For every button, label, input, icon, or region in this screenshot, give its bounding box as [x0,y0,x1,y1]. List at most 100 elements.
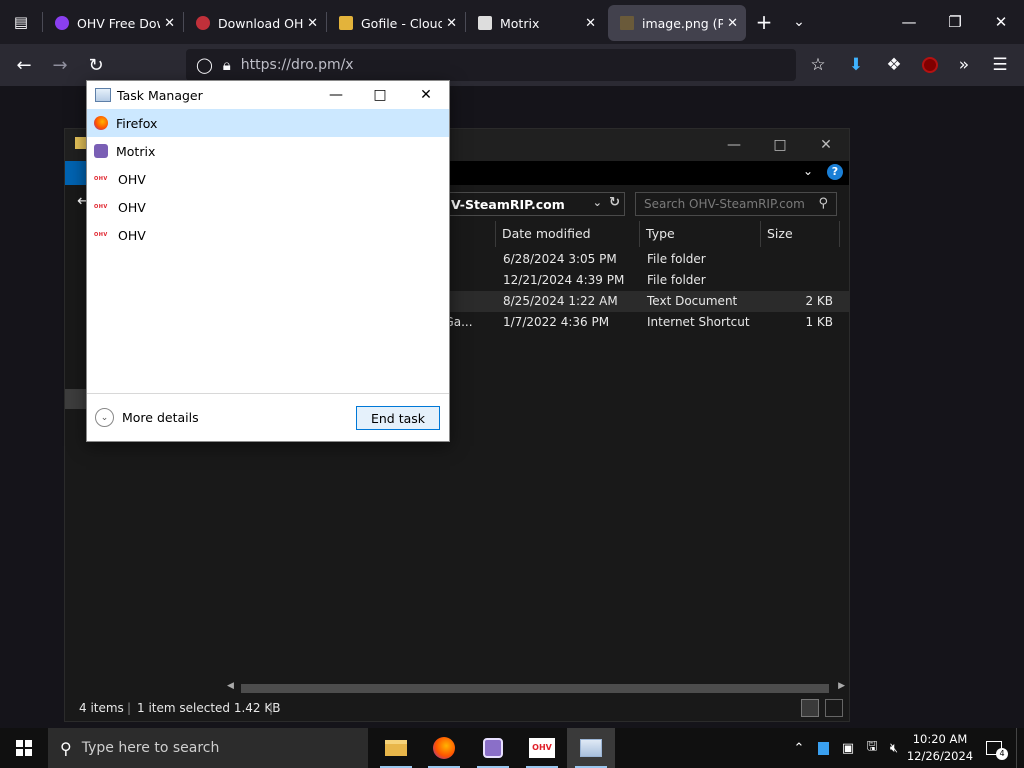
tab-title: Motrix [500,15,540,31]
scroll-left-icon[interactable]: ◀ [227,681,234,691]
bookmark-star-icon[interactable]: ☆ [800,44,836,86]
url-text[interactable]: https://dro.pm/x [241,57,354,73]
back-icon[interactable]: ← [6,49,42,81]
ublock-icon[interactable] [912,44,948,86]
taskbar-ohv[interactable]: OHV [518,728,566,768]
file-tab[interactable] [65,161,87,185]
explorer-close-icon[interactable]: ✕ [803,129,849,161]
tm-minimize-icon[interactable]: — [313,81,359,109]
row-size: 2 KB [805,294,833,308]
more-details-toggle[interactable]: ⌄ More details [95,408,199,427]
firefox-icon [94,116,108,130]
tray-monitor-icon[interactable]: ▣ [836,728,860,768]
more-details-label[interactable]: More details [122,410,199,425]
status-selection: 1 item selected 1.42 KB [137,701,281,715]
task-manager-footer: ⌄ More details End task [87,393,449,441]
lock-icon[interactable]: 🔒︎ [223,56,231,74]
tab-favicon-icon [55,16,69,30]
clock-date: 12/26/2024 [906,749,974,763]
list-all-tabs-icon[interactable]: ⌄ [782,14,816,30]
browser-tab-3[interactable]: Gofile - Cloud S ✕ [327,5,465,41]
network-icon[interactable]: 🖫︎ [860,728,884,768]
restore-icon[interactable]: ❐ [932,0,978,44]
address-bar[interactable]: V-SteamRIP.com ⌄ ↻ [445,192,625,216]
app-item-ohv[interactable]: OHV OHV [87,221,449,249]
app-item-firefox[interactable]: Firefox [87,109,449,137]
close-icon[interactable]: ✕ [978,0,1024,44]
scroll-right-icon[interactable]: ▶ [838,681,845,691]
tab-favicon-icon [196,16,210,30]
ohv-icon: OHV [529,738,555,758]
notification-center-icon[interactable]: 4 [982,728,1008,768]
help-icon[interactable]: ? [827,164,843,180]
reload-icon[interactable]: ↻ [78,49,114,81]
explorer-minimize-icon[interactable]: — [711,129,757,161]
row-type: Text Document [647,294,738,308]
tab-close-icon[interactable]: ✕ [446,16,457,31]
expand-ribbon-icon[interactable]: ⌄ [803,164,813,178]
clock-time: 10:20 AM [912,732,968,746]
tm-close-icon[interactable]: ✕ [403,81,449,109]
tab-title: Download OHV [218,15,304,31]
browser-tab-5-active[interactable]: image.png (PN ✕ [608,5,746,41]
tab-close-icon[interactable]: ✕ [164,16,175,31]
minimize-icon[interactable]: — [886,0,932,44]
tab-title: OHV Free Down [77,15,160,31]
show-desktop-button[interactable] [1016,728,1024,768]
browser-tab-2[interactable]: Download OHV ✕ [184,5,326,41]
app-item-motrix[interactable]: Motrix [87,137,449,165]
tm-maximize-icon[interactable]: □ [357,81,403,109]
url-bar[interactable]: ◯ 🔒︎ https://dro.pm/x [186,49,796,81]
task-manager-title: Task Manager [117,87,203,103]
taskbar-motrix[interactable] [469,728,517,768]
new-tab-button[interactable]: + [746,10,782,34]
taskbar-firefox[interactable] [420,728,468,768]
scrollbar-thumb[interactable] [241,684,829,693]
overflow-menu-icon[interactable]: » [946,44,982,86]
tab-title: Gofile - Cloud S [361,15,443,31]
app-item-ohv[interactable]: OHV OHV [87,193,449,221]
chevron-down-icon[interactable]: ⌄ [95,408,114,427]
nav-pane-selected-item[interactable] [65,389,87,409]
end-task-button[interactable]: End task [356,406,440,430]
column-size[interactable]: Size [760,221,840,247]
hamburger-menu-icon[interactable]: ☰ [982,44,1018,86]
address-dropdown-icon[interactable]: ⌄ [593,196,602,209]
tab-close-icon[interactable]: ✕ [585,16,596,31]
details-view-icon[interactable] [801,699,819,717]
app-item-ohv[interactable]: OHV OHV [87,165,449,193]
shield-icon[interactable]: ◯ [196,56,213,74]
firefox-icon [433,737,455,759]
browser-tab-4[interactable]: Motrix ✕ [466,5,604,41]
taskbar-clock[interactable]: 10:20 AM 12/26/2024 [900,731,980,765]
motrix-icon [483,738,503,758]
column-date-modified[interactable]: Date modified [495,221,639,247]
horizontal-scrollbar[interactable]: ◀ ▶ [223,681,849,695]
taskbar-file-explorer[interactable] [372,728,420,768]
column-type[interactable]: Type [639,221,759,247]
taskbar-search-box[interactable]: ⚲ Type here to search [48,728,368,768]
app-name: Firefox [116,115,158,131]
taskbar-search-placeholder: Type here to search [81,740,220,756]
forward-icon[interactable]: → [42,49,78,81]
explorer-search-input[interactable]: Search OHV-SteamRIP.com ⚲ [635,192,837,216]
tab-favicon-icon [478,16,492,30]
browser-tab-1[interactable]: OHV Free Down ✕ [43,5,183,41]
refresh-icon[interactable]: ↻ [609,195,620,210]
app-name: OHV [118,227,146,243]
tab-close-icon[interactable]: ✕ [307,16,318,31]
firefox-view-icon[interactable]: ▤ [0,0,42,44]
task-manager-icon [580,739,602,757]
row-type: File folder [647,252,706,266]
explorer-maximize-icon[interactable]: □ [757,129,803,161]
extensions-icon[interactable]: ❖ [876,44,912,86]
large-icons-view-icon[interactable] [825,699,843,717]
tray-app-icon[interactable] [812,728,834,768]
tab-close-icon[interactable]: ✕ [727,16,738,31]
tab-favicon-icon [620,16,634,30]
taskbar-task-manager[interactable] [567,728,615,768]
downloads-icon[interactable]: ⬇ [838,44,874,86]
start-button[interactable] [0,728,48,768]
show-hidden-icons-icon[interactable]: ⌃ [788,728,810,768]
ohv-icon: OHV [94,204,108,210]
